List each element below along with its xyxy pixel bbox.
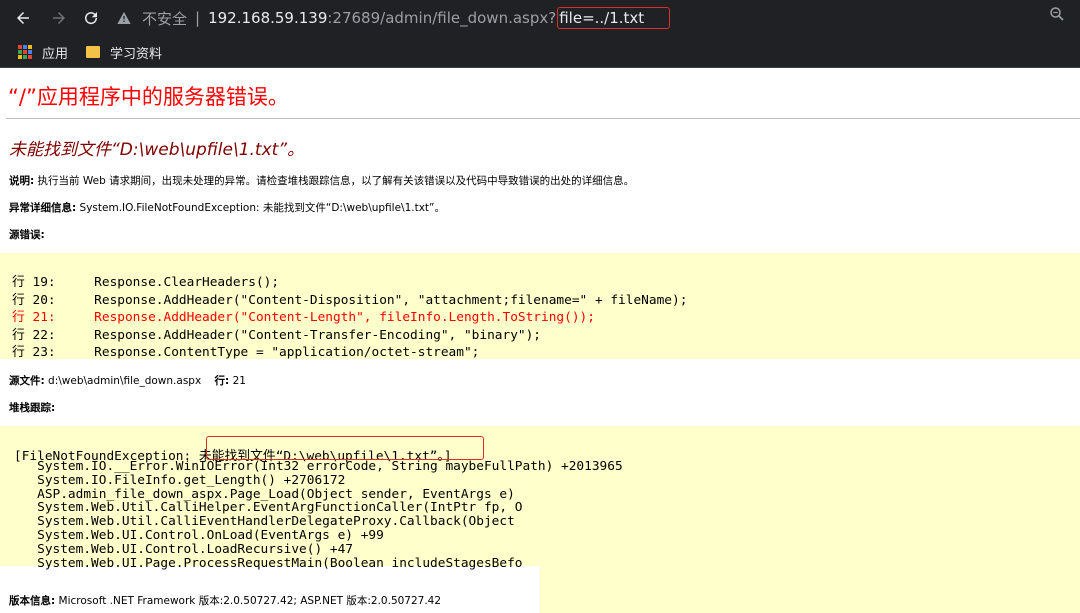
url-host: 192.168.59.139 [208,9,328,27]
reload-icon[interactable] [80,7,102,29]
source-line-code: Response.ContentType = "application/octe… [94,345,480,360]
url-query-highlighted: file=../1.txt [557,7,671,29]
stack-trace-overlay [540,426,1080,613]
source-line-22: 行 22: Response.AddHeader("Content-Transf… [12,324,541,343]
stack-frame-line: System.IO.__Error.WinIOError(Int32 error… [14,459,623,474]
version-text: Microsoft .NET Framework 版本:2.0.50727.42… [55,595,442,607]
url-path: :27689/admin/file_down.aspx? [327,9,557,27]
stack-trace-label: 堆栈跟踪: [9,402,56,414]
forward-arrow-icon[interactable] [48,7,70,29]
page-content: “/”应用程序中的服务器错误。 未能找到文件“D:\web\upfile\1.t… [0,69,1080,613]
folder-icon [86,46,100,58]
source-line-23: 行 23: Response.ContentType = "applicatio… [12,341,479,360]
bookmarks-bar: 应用 学习资料 [0,36,1080,68]
stack-trace-heading: 堆栈跟踪: [9,400,55,415]
version-line: 版本信息: Microsoft .NET Framework 版本:2.0.50… [9,593,441,608]
bookmark-folder-label: 学习资料 [110,46,163,62]
stack-frame-line: System.Web.Util.CalliHelper.EventArgFunc… [14,500,523,516]
version-label: 版本信息: [9,595,56,607]
error-message: 未能找到文件“D:\web\upfile\1.txt”。 [9,140,305,160]
stack-frame-line: System.Web.Util.CalliEventHandlerDelegat… [14,514,515,530]
stack-frame-line: System.Web.UI.Control.LoadRecursive() +4… [14,541,353,557]
stack-frame-line: System.IO.FileInfo.get_Length() +2706172 [14,472,346,488]
source-file-value: d:\web\admin\file_down.aspx [44,375,202,387]
exception-text: System.IO.FileNotFoundException: 未能找到文件“… [76,202,445,214]
zoom-icon[interactable] [1048,5,1066,23]
exception-line: 异常详细信息: System.IO.FileNotFoundException:… [9,200,445,215]
description-line: 说明: 执行当前 Web 请求期间，出现未处理的异常。请检查堆栈跟踪信息，以了解… [9,173,634,188]
source-code-box: 行 19: Response.ClearHeaders(); 行 20: Res… [0,253,1080,360]
bookmark-apps[interactable]: 应用 [12,40,74,64]
browser-toolbar: 不安全 | 192.168.59.139:27689/admin/file_do… [0,0,1080,36]
bookmark-folder-study[interactable]: 学习资料 [80,40,168,64]
back-arrow-icon[interactable] [12,7,34,29]
description-label: 说明: [9,175,35,187]
line-label: 行: [214,375,230,387]
address-separator: | [195,9,201,27]
source-error-heading: 源错误: [9,227,45,242]
source-error-label: 源错误: [9,229,45,241]
description-text: 执行当前 Web 请求期间，出现未处理的异常。请检查堆栈跟踪信息，以了解有关该错… [34,175,635,187]
source-file-label: 源文件: [9,375,45,387]
address-bar[interactable]: 不安全 | 192.168.59.139:27689/admin/file_do… [112,4,1080,32]
not-secure-label: 不安全 [142,9,188,28]
stack-message-highlight [206,436,484,460]
stack-frame-line: System.Web.UI.Control.OnLoad(EventArgs e… [14,528,384,543]
warning-triangle-icon[interactable] [116,9,134,27]
source-line-21-error: 行 21: Response.AddHeader("Content-Length… [12,306,595,325]
line-value: 21 [229,375,246,387]
page-title: “/”应用程序中的服务器错误。 [8,85,289,109]
source-file-line: 源文件: d:\web\admin\file_down.aspx 行: 21 [9,373,246,388]
stack-frame-line: System.Web.UI.Page.ProcessRequestMain(Bo… [14,555,523,571]
exception-label: 异常详细信息: [9,202,77,214]
source-line-prefix: 行 23: [12,345,56,360]
title-divider [6,118,1080,119]
source-line-20: 行 20: Response.AddHeader("Content-Dispos… [12,289,687,308]
apps-grid-icon [18,45,32,59]
stack-frame-line: ASP.admin_file_down_aspx.Page_Load(Objec… [14,486,515,502]
source-line-19: 行 19: Response.ClearHeaders(); [12,271,279,290]
bookmark-apps-label: 应用 [42,46,69,62]
